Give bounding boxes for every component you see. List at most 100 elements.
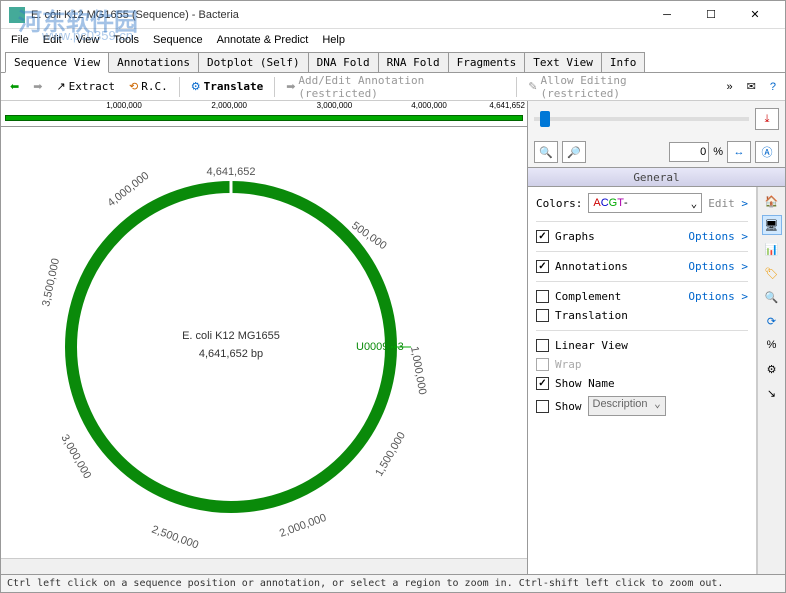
annotations-checkbox[interactable] <box>536 260 549 273</box>
maximize-button[interactable]: ☐ <box>689 2 733 28</box>
menu-annotate[interactable]: Annotate & Predict <box>211 32 315 48</box>
circular-sequence-view[interactable]: 4,641,652 500,000 1,000,000 1,500,000 2,… <box>1 127 527 558</box>
toolbar: ⬅ ➡ ↗Extract ⟲R.C. ⚙Translate ➡Add/Edit … <box>1 73 785 101</box>
annotation-icon: ➡ <box>286 80 295 93</box>
show-name-label: Show Name <box>555 377 615 390</box>
complement-options-link[interactable]: Options <box>688 290 748 303</box>
graphs-checkbox[interactable] <box>536 230 549 243</box>
zoom-in-button[interactable]: 🔍 <box>534 141 558 163</box>
rc-button[interactable]: ⟲R.C. <box>124 77 173 96</box>
zoom-value-input[interactable] <box>669 142 709 162</box>
fit-width-button[interactable]: ↔ <box>727 141 751 163</box>
sequence-ruler[interactable]: 1,000,000 2,000,000 3,000,000 4,000,000 … <box>1 101 527 127</box>
status-bar: Ctrl left click on a sequence position o… <box>1 574 785 592</box>
zoom-out-icon: 🔎 <box>567 146 581 159</box>
collapse-icon[interactable]: ↘ <box>762 383 782 403</box>
zoom-out-button[interactable]: 🔎 <box>562 141 586 163</box>
complement-label: Complement <box>555 290 621 303</box>
translate-icon: ⚙ <box>191 80 201 93</box>
svg-text:2,500,000: 2,500,000 <box>150 524 200 552</box>
graphs-options-link[interactable]: Options <box>688 230 748 243</box>
menu-sequence[interactable]: Sequence <box>147 32 209 48</box>
svg-text:3,500,000: 3,500,000 <box>40 257 62 307</box>
extract-icon: ↗ <box>56 80 65 93</box>
zoom-unit: % <box>713 146 723 158</box>
monitor-icon[interactable]: 🖥 <box>762 215 782 235</box>
translation-label: Translation <box>555 309 628 322</box>
tab-text-view[interactable]: Text View <box>524 52 602 72</box>
menu-edit[interactable]: Edit <box>37 32 68 48</box>
graphs-label: Graphs <box>555 230 595 243</box>
show-field-dropdown[interactable]: Description ⌄ <box>588 396 666 416</box>
translate-button[interactable]: ⚙Translate <box>186 77 268 96</box>
tab-fragments[interactable]: Fragments <box>448 52 526 72</box>
zoom-in-icon: 🔍 <box>539 146 553 159</box>
mail-button[interactable]: ✉ <box>742 77 761 96</box>
minimize-button[interactable]: ─ <box>645 2 689 28</box>
side-tool-icons: 🏠 🖥 📊 🏷 🔍 ⟳ % ⚙ ↘ <box>757 187 785 574</box>
refresh-icon[interactable]: ⟳ <box>762 311 782 331</box>
main-panel: 1,000,000 2,000,000 3,000,000 4,000,000 … <box>1 101 528 574</box>
chart-icon[interactable]: 📊 <box>762 239 782 259</box>
translation-checkbox[interactable] <box>536 309 549 322</box>
wrap-checkbox <box>536 358 549 371</box>
rc-icon: ⟲ <box>129 80 138 93</box>
sequence-name-label: E. coli K12 MG1655 <box>182 330 280 342</box>
tag-icon[interactable]: 🏷 <box>762 263 782 283</box>
extract-button[interactable]: ↗Extract <box>51 77 120 96</box>
tab-info[interactable]: Info <box>601 52 646 72</box>
tab-annotations[interactable]: Annotations <box>108 52 199 72</box>
toolbar-more-button[interactable]: » <box>722 78 738 96</box>
fit-selection-button[interactable]: Ⓐ <box>755 141 779 163</box>
add-edit-annotation-button[interactable]: ➡Add/Edit Annotation (restricted) <box>281 71 510 103</box>
question-icon: ? <box>770 81 776 93</box>
menu-tools[interactable]: Tools <box>107 32 145 48</box>
svg-text:1,500,000: 1,500,000 <box>373 430 408 478</box>
mail-icon: ✉ <box>747 80 756 93</box>
close-button[interactable]: ✕ <box>733 2 777 28</box>
show-checkbox[interactable] <box>536 400 549 413</box>
forward-button[interactable]: ➡ <box>28 77 47 96</box>
wrap-label: Wrap <box>555 358 582 371</box>
annotations-options-link[interactable]: Options <box>688 260 748 273</box>
gear-icon[interactable]: ⚙ <box>762 359 782 379</box>
svg-text:3,000,000: 3,000,000 <box>58 433 93 481</box>
complement-checkbox[interactable] <box>536 290 549 303</box>
show-name-checkbox[interactable] <box>536 377 549 390</box>
allow-editing-button[interactable]: ✎Allow Editing (restricted) <box>523 71 713 103</box>
zoom-target-button[interactable]: ⤓ <box>755 108 779 130</box>
percent-icon[interactable]: % <box>762 335 782 355</box>
tab-dna-fold[interactable]: DNA Fold <box>308 52 379 72</box>
help-button[interactable]: ? <box>765 78 781 96</box>
tab-dotplot[interactable]: Dotplot (Self) <box>198 52 309 72</box>
side-panel: ⤓ 🔍 🔎 % ↔ Ⓐ General Colors: A C G T -⌄ E… <box>528 101 785 574</box>
general-section-header[interactable]: General <box>528 167 785 187</box>
accession-label: U00096.3 <box>356 341 404 353</box>
window-title: E. coli K12 MG1655 (Sequence) - Bacteria <box>31 9 645 21</box>
menu-view[interactable]: View <box>70 32 106 48</box>
menu-file[interactable]: File <box>5 32 35 48</box>
pencil-icon: ✎ <box>528 80 537 93</box>
colors-edit-link[interactable]: Edit <box>708 197 748 210</box>
menubar: File Edit View Tools Sequence Annotate &… <box>1 29 785 51</box>
annotations-label: Annotations <box>555 260 628 273</box>
linear-view-checkbox[interactable] <box>536 339 549 352</box>
show-label: Show <box>555 400 582 413</box>
search-icon[interactable]: 🔍 <box>762 287 782 307</box>
back-button[interactable]: ⬅ <box>5 77 24 96</box>
tab-sequence-view[interactable]: Sequence View <box>5 52 109 73</box>
colors-dropdown[interactable]: A C G T -⌄ <box>588 193 702 213</box>
app-icon <box>9 7 25 23</box>
svg-text:2,000,000: 2,000,000 <box>278 512 328 540</box>
svg-text:4,641,652: 4,641,652 <box>207 166 256 178</box>
horizontal-scrollbar[interactable] <box>1 558 527 574</box>
titlebar: E. coli K12 MG1655 (Sequence) - Bacteria… <box>1 1 785 29</box>
linear-view-label: Linear View <box>555 339 628 352</box>
zoom-slider[interactable] <box>534 117 749 121</box>
menu-help[interactable]: Help <box>316 32 351 48</box>
svg-text:1,000,000: 1,000,000 <box>408 345 428 395</box>
tab-rna-fold[interactable]: RNA Fold <box>378 52 449 72</box>
colors-label: Colors: <box>536 197 582 210</box>
svg-text:4,000,000: 4,000,000 <box>105 170 151 210</box>
home-icon[interactable]: 🏠 <box>762 191 782 211</box>
